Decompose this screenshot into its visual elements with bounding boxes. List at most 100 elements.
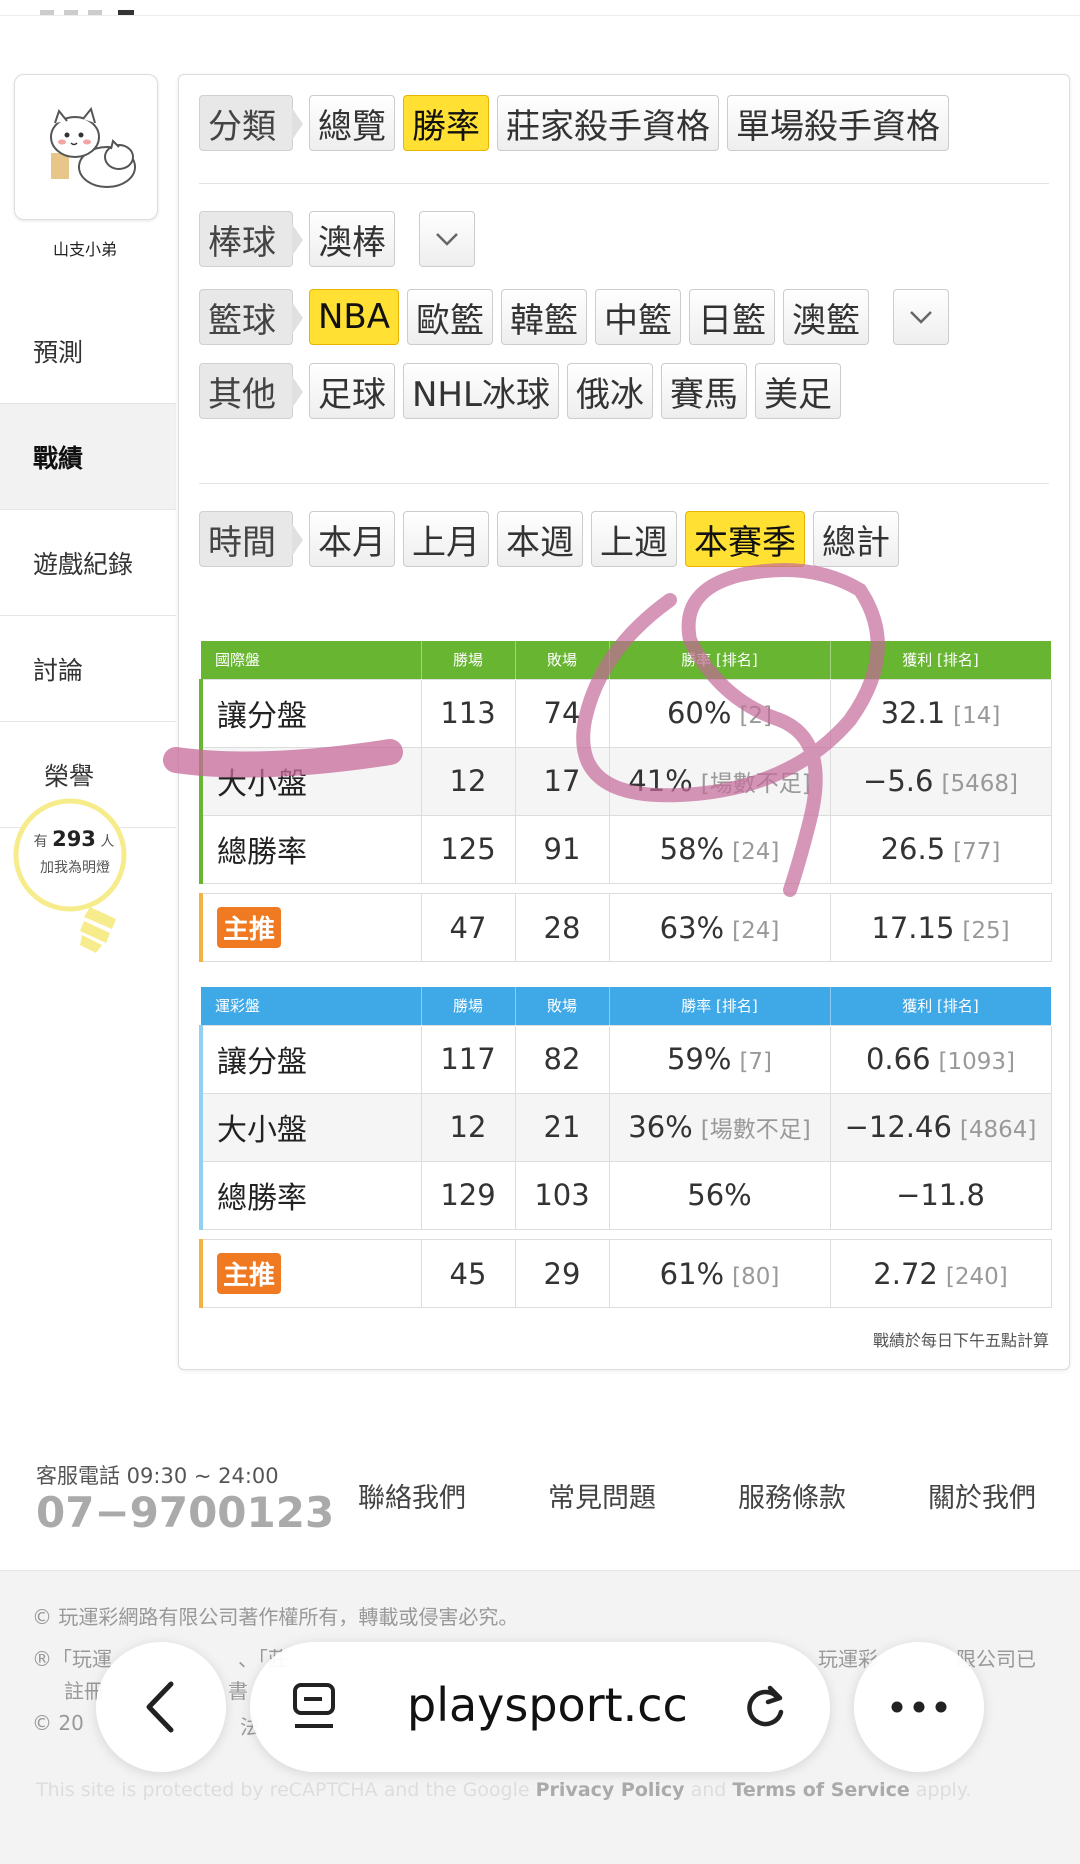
sidebar-item-record[interactable]: 戰績 [0, 404, 176, 510]
sidebar-item-game-log[interactable]: 遊戲紀錄 [0, 510, 176, 616]
terms-link[interactable]: 服務條款 [738, 1476, 846, 1515]
row-type: 大小盤 [199, 746, 422, 816]
win-cell: 125 [420, 814, 516, 884]
league-horse-racing[interactable]: 賽馬 [660, 363, 747, 419]
sidebar-item-discussion[interactable]: 討論 [0, 616, 176, 722]
rate-cell: 61% [80] [608, 1239, 831, 1308]
url-text: playsport.cc [407, 1678, 688, 1732]
sidebar-item-label: 戰績 [33, 443, 84, 473]
sports-featured-table: 主推 45 29 61% [80] 2.72 [240] [199, 1239, 1052, 1308]
avatar[interactable] [14, 74, 158, 220]
table-row: 讓分盤 113 74 60% [2] 32.1 [14] [199, 678, 1052, 748]
loss-cell: 91 [514, 814, 610, 884]
win-cell: 129 [420, 1160, 516, 1230]
table-row: 總勝率 129 103 56% −11.8 [199, 1160, 1052, 1230]
more-horizontal-icon [891, 1701, 947, 1713]
lamp-count: 有 293 人 [33, 827, 115, 851]
divider [199, 483, 1049, 484]
status-bar [0, 0, 1080, 16]
category-label: 分類 [199, 95, 303, 151]
loss-cell: 74 [514, 678, 610, 748]
back-button[interactable] [96, 1642, 226, 1772]
record-panel: 分類 總覽 勝率 莊家殺手資格 單場殺手資格 棒球 澳棒 籃球 NBA 歐籃 韓… [178, 74, 1070, 1370]
basketball-dropdown[interactable] [893, 289, 950, 345]
column-header: 勝率 [排名] [609, 641, 831, 679]
rate-cell: 59% [7] [608, 1024, 831, 1094]
loss-cell: 28 [514, 893, 610, 962]
sports-stats-table: 運彩盤 勝場 敗場 勝率 [排名] 獲利 [排名] 讓分盤 117 82 59%… [199, 987, 1052, 1230]
table-header: 國際盤 勝場 敗場 勝率 [排名] 獲利 [排名] [201, 641, 1052, 679]
row-type: 讓分盤 [199, 1024, 422, 1094]
column-header: 勝場 [421, 987, 516, 1025]
time-this-month[interactable]: 本月 [309, 511, 395, 567]
win-cell: 113 [420, 678, 516, 748]
page: { "sidebar": { "username": "山支小弟", "item… [0, 0, 1080, 1864]
more-options-button[interactable] [854, 1642, 984, 1772]
faq-link[interactable]: 常見問題 [548, 1476, 656, 1515]
time-this-season[interactable]: 本賽季 [685, 511, 805, 567]
cat-avatar-icon [50, 106, 136, 188]
time-total[interactable]: 總計 [813, 511, 899, 567]
profit-cell: 17.15 [25] [829, 893, 1052, 962]
contact-us-link[interactable]: 聯絡我們 [358, 1476, 466, 1515]
profit-cell: 32.1 [14] [829, 678, 1052, 748]
loss-cell: 21 [514, 1092, 610, 1162]
rate-cell: 41% [場數不足] [608, 746, 831, 816]
rate-cell: 60% [2] [608, 678, 831, 748]
table-row: 大小盤 12 17 41% [場數不足] −5.6 [5468] [199, 746, 1052, 816]
trademark-line2-b: 書 [228, 1679, 248, 1703]
tab-single-killer[interactable]: 單場殺手資格 [727, 95, 949, 151]
win-cell: 45 [420, 1239, 516, 1308]
featured-badge: 主推 [217, 1253, 282, 1294]
win-cell: 117 [420, 1024, 516, 1094]
rate-cell: 36% [場數不足] [608, 1092, 831, 1162]
beacon-lamp[interactable]: 有 293 人 加我為明燈 [12, 795, 130, 955]
chevron-down-icon [436, 233, 458, 246]
win-cell: 47 [420, 893, 516, 962]
time-this-week[interactable]: 本週 [497, 511, 583, 567]
win-cell: 12 [420, 1092, 516, 1162]
time-last-month[interactable]: 上月 [403, 511, 489, 567]
loss-cell: 82 [514, 1024, 610, 1094]
featured-cell: 主推 [199, 893, 422, 962]
loss-cell: 17 [514, 746, 610, 816]
address-bar[interactable]: playsport.cc [250, 1642, 830, 1772]
league-nhl[interactable]: NHL冰球 [403, 363, 559, 419]
tab-banker-killer[interactable]: 莊家殺手資格 [497, 95, 719, 151]
table-row: 總勝率 125 91 58% [24] 26.5 [77] [199, 814, 1052, 884]
baseball-dropdown[interactable] [419, 211, 475, 267]
terms-of-service-link[interactable]: Terms of Service [732, 1779, 909, 1801]
profit-cell: 26.5 [77] [829, 814, 1052, 884]
about-us-link[interactable]: 關於我們 [928, 1476, 1036, 1515]
table-header: 運彩盤 勝場 敗場 勝率 [排名] 獲利 [排名] [201, 987, 1052, 1025]
tab-overview[interactable]: 總覽 [309, 95, 395, 151]
league-aus-baseball[interactable]: 澳棒 [309, 211, 395, 267]
intl-featured-table: 主推 47 28 63% [24] 17.15 [25] [199, 893, 1052, 962]
rate-cell: 58% [24] [608, 814, 831, 884]
service-hours: 客服電話 09:30 ~ 24:00 [36, 1464, 279, 1488]
sidebar: 山支小弟 預測 戰績 遊戲紀錄 討論 榮譽 [0, 70, 178, 840]
sidebar-item-predict[interactable]: 預測 [0, 298, 176, 404]
tab-win-rate[interactable]: 勝率 [403, 95, 489, 151]
league-russian-hockey[interactable]: 俄冰 [566, 363, 653, 419]
sidebar-item-label: 遊戲紀錄 [33, 549, 134, 579]
username: 山支小弟 [52, 240, 117, 259]
service-phone[interactable]: 07−9700123 [36, 1488, 334, 1537]
time-last-week[interactable]: 上週 [591, 511, 677, 567]
rate-cell: 56% [608, 1160, 831, 1230]
table-row: 主推 45 29 61% [80] 2.72 [240] [199, 1239, 1052, 1308]
column-header: 運彩盤 [201, 987, 422, 1025]
footer-contact: 客服電話 09:30 ~ 24:00 07−9700123 聯絡我們 常見問題 … [0, 1440, 1080, 1570]
column-header: 敗場 [515, 987, 610, 1025]
league-soccer[interactable]: 足球 [309, 363, 395, 419]
sidebar-item-label: 預測 [33, 337, 84, 367]
win-cell: 12 [420, 746, 516, 816]
privacy-policy-link[interactable]: Privacy Policy [536, 1779, 685, 1801]
table-row: 主推 47 28 63% [24] 17.15 [25] [199, 893, 1052, 962]
league-american-football[interactable]: 美足 [754, 363, 841, 419]
profit-cell: −12.46 [4864] [829, 1092, 1052, 1162]
baseball-label: 棒球 [199, 211, 303, 267]
featured-badge: 主推 [217, 907, 282, 948]
sidebar-item-label: 討論 [33, 655, 84, 685]
featured-cell: 主推 [199, 1239, 422, 1308]
